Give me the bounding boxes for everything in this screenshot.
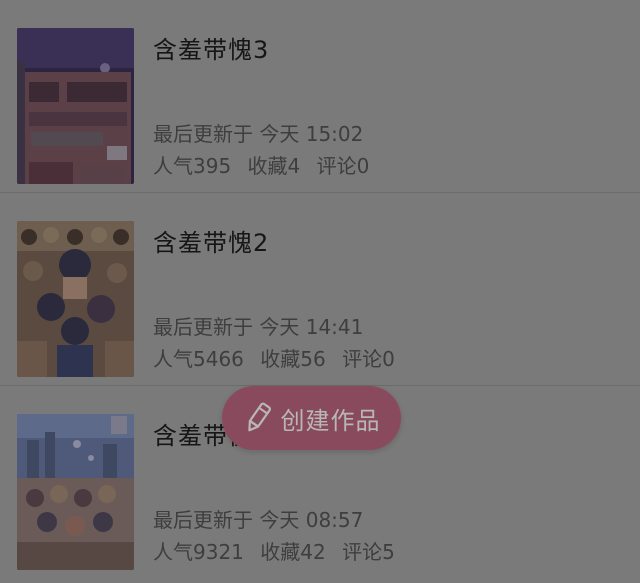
create-work-label: 创建作品 bbox=[280, 406, 381, 435]
create-work-button[interactable]: 创建作品 bbox=[222, 386, 401, 450]
works-screen: 含羞带愧3 最后更新于 今天 15:02 人气395 收藏4 评论0 含羞带愧2… bbox=[0, 0, 640, 583]
work-updated-time: 最后更新于 今天 14:41 bbox=[153, 315, 364, 339]
popularity-count: 人气395 bbox=[153, 154, 232, 178]
works-list: 含羞带愧3 最后更新于 今天 15:02 人气395 收藏4 评论0 含羞带愧2… bbox=[0, 0, 640, 579]
comments-count: 评论0 bbox=[342, 347, 395, 371]
work-item[interactable]: 含羞带愧2 最后更新于 今天 14:41 人气5466 收藏56 评论0 bbox=[0, 193, 640, 386]
work-stats: 人气5466 收藏56 评论0 bbox=[153, 343, 395, 372]
work-cover-image bbox=[17, 414, 134, 570]
popularity-count: 人气9321 bbox=[153, 540, 244, 564]
work-cover-image bbox=[17, 28, 134, 184]
work-cover-image bbox=[17, 221, 134, 377]
work-title: 含羞带愧2 bbox=[153, 229, 270, 257]
work-updated-time: 最后更新于 今天 08:57 bbox=[153, 508, 364, 532]
work-stats: 人气9321 收藏42 评论5 bbox=[153, 536, 395, 565]
work-stats: 人气395 收藏4 评论0 bbox=[153, 150, 369, 179]
work-item[interactable]: 含羞带愧3 最后更新于 今天 15:02 人气395 收藏4 评论0 bbox=[0, 0, 640, 193]
comments-count: 评论5 bbox=[342, 540, 395, 564]
favorites-count: 收藏42 bbox=[260, 540, 326, 564]
work-title: 含羞带愧3 bbox=[153, 36, 270, 64]
work-updated-time: 最后更新于 今天 15:02 bbox=[153, 122, 364, 146]
popularity-count: 人气5466 bbox=[153, 347, 244, 371]
favorites-count: 收藏56 bbox=[260, 347, 326, 371]
favorites-count: 收藏4 bbox=[247, 154, 301, 178]
pencil-icon bbox=[247, 402, 271, 432]
comments-count: 评论0 bbox=[316, 154, 370, 178]
